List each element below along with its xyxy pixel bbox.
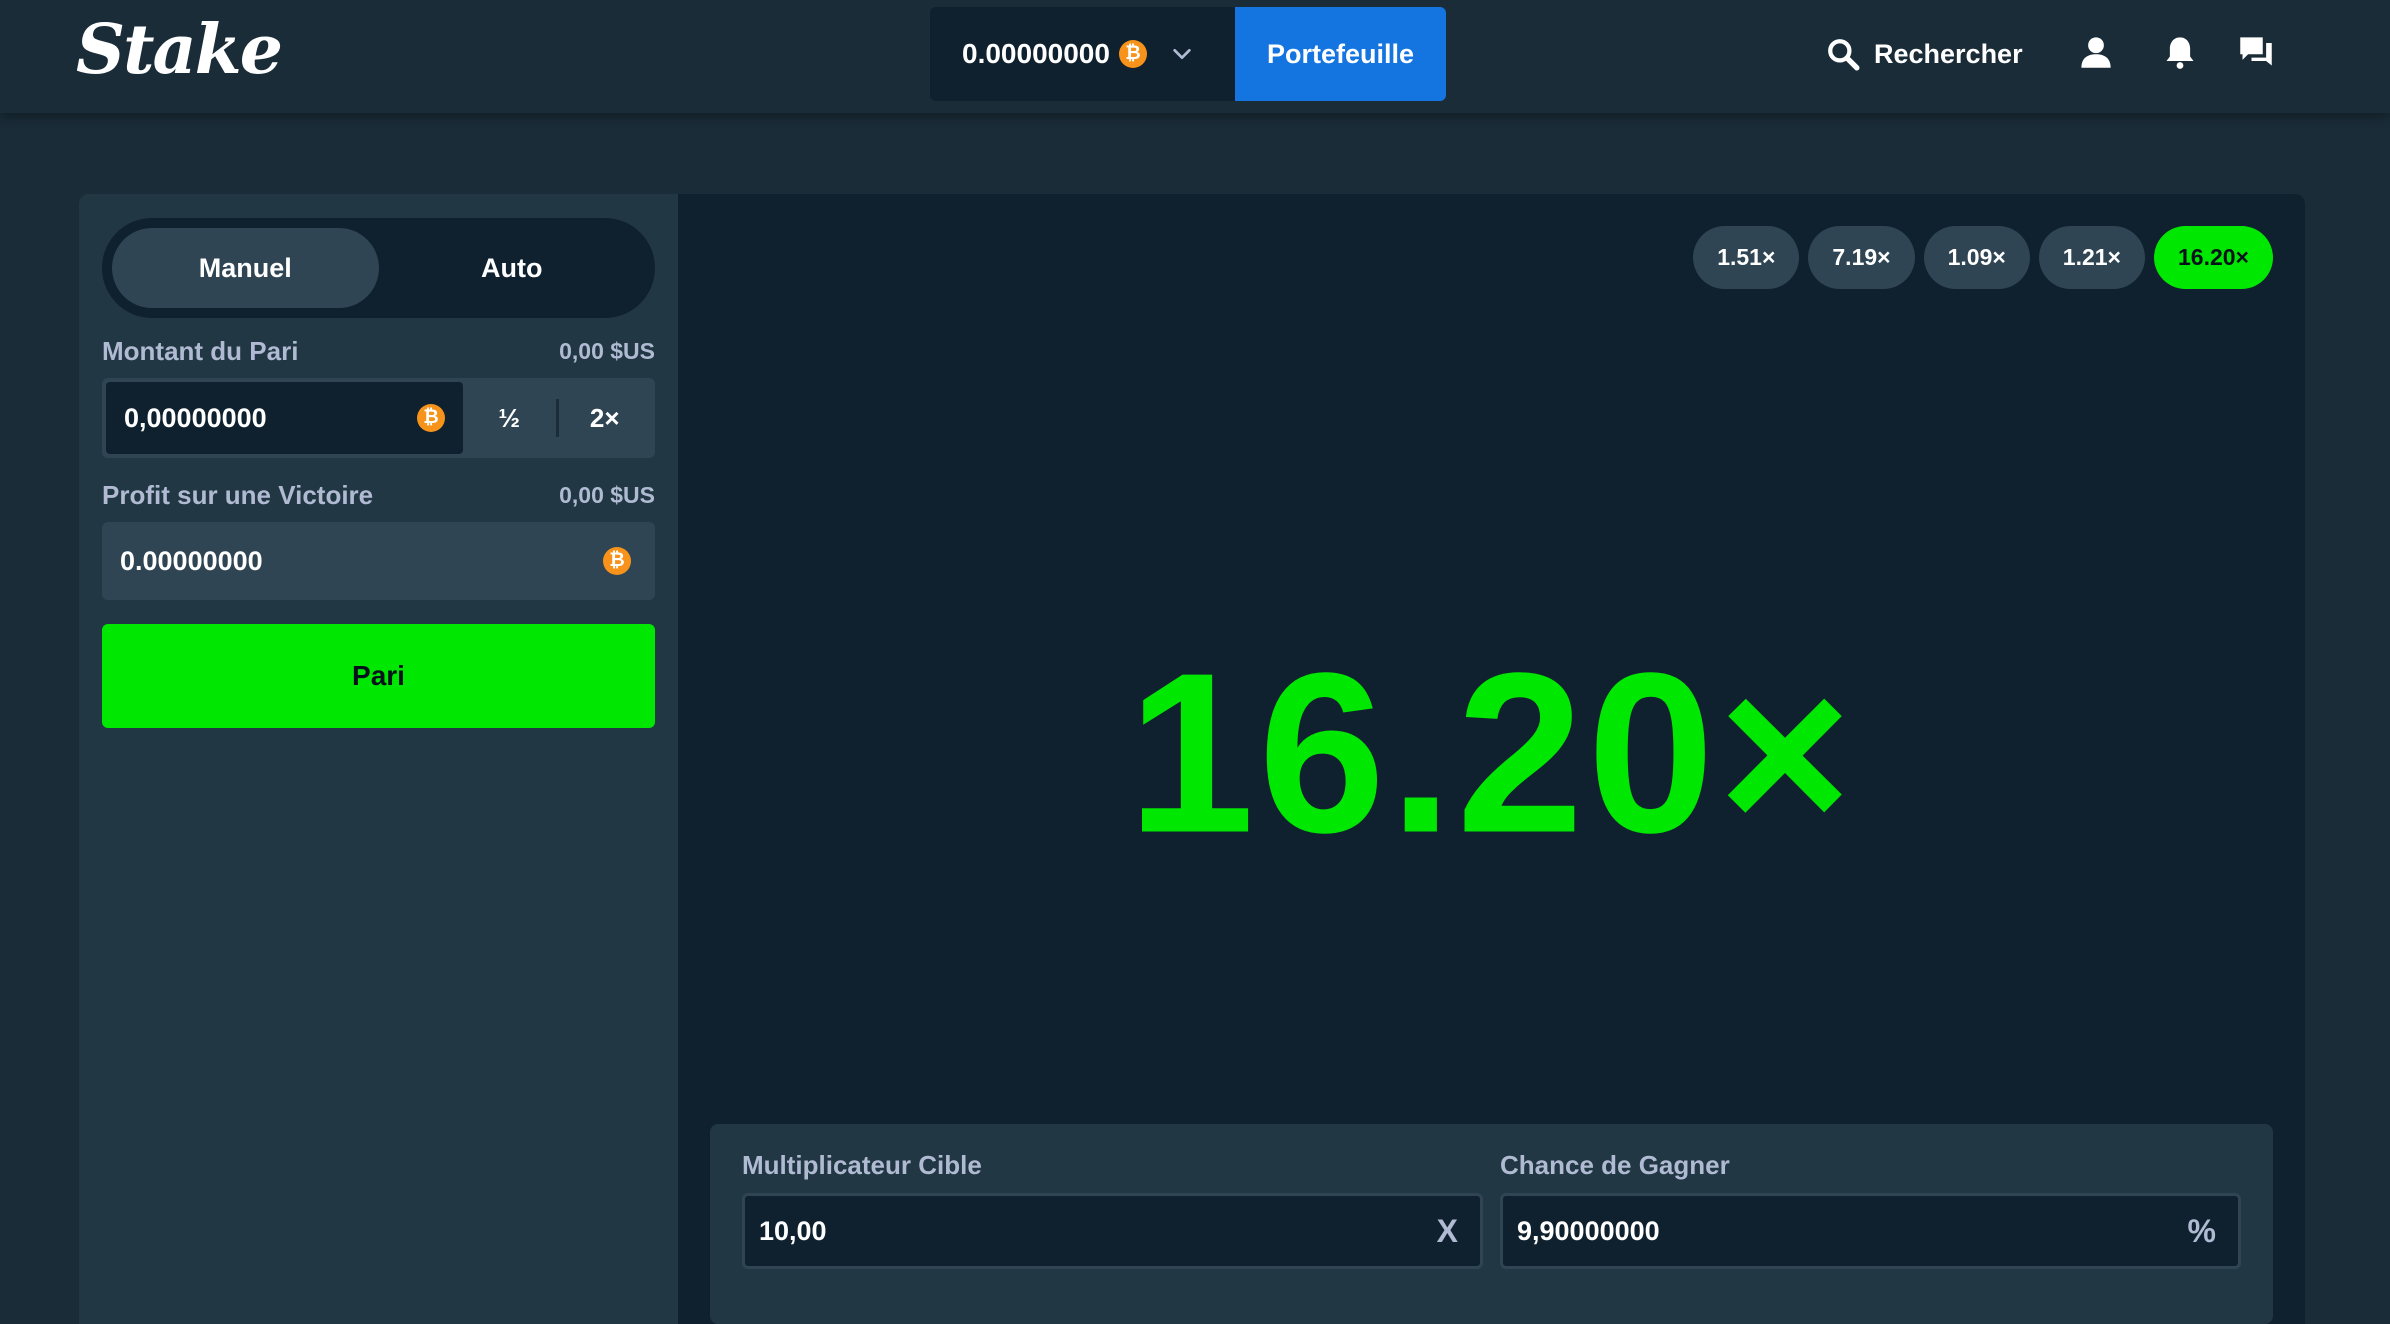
win-chance-value: 9,90000000 <box>1517 1215 1660 1246</box>
win-chance-input[interactable]: 9,90000000 % <box>1500 1193 2241 1269</box>
target-multiplier-value: 10,00 <box>759 1215 827 1246</box>
bet-amount-label: Montant du Pari <box>102 336 299 366</box>
balance-selector[interactable]: 0.00000000 ₿ <box>930 7 1235 101</box>
result-pill[interactable]: 1.51× <box>1693 226 1800 289</box>
recent-results: 1.51× 7.19× 1.09× 1.21× 16.20× <box>1693 226 2273 289</box>
target-multiplier-input[interactable]: 10,00 X <box>742 1193 1483 1269</box>
profit-value: 0.00000000 <box>120 545 263 576</box>
double-bet-button[interactable]: 2× <box>559 382 652 454</box>
percent-icon: % <box>2187 1212 2216 1249</box>
search-label: Rechercher <box>1874 38 2023 69</box>
limbo-game: Manuel Auto Montant du Pari 0,00 $US 0,0… <box>79 194 2305 1324</box>
bet-amount-usd: 0,00 $US <box>559 338 655 364</box>
profit-label: Profit sur une Victoire <box>102 480 374 510</box>
win-chance-control: Chance de Gagner 9,90000000 % <box>1500 1150 2241 1269</box>
target-multiplier-label: Multiplicateur Cible <box>742 1150 982 1180</box>
bitcoin-icon: ₿ <box>603 547 631 575</box>
tab-auto[interactable]: Auto <box>379 228 646 308</box>
multiplier-x-icon: X <box>1436 1212 1458 1249</box>
bet-amount-label-row: Montant du Pari 0,00 $US <box>102 336 655 367</box>
bitcoin-icon: ₿ <box>417 404 445 432</box>
bitcoin-icon: ₿ <box>1118 40 1147 68</box>
target-multiplier-control: Multiplicateur Cible 10,00 X <box>742 1150 1483 1269</box>
bet-sidebar: Manuel Auto Montant du Pari 0,00 $US 0,0… <box>79 194 678 1324</box>
tab-manual[interactable]: Manuel <box>112 228 379 308</box>
bet-button[interactable]: Pari <box>102 624 655 728</box>
half-bet-button[interactable]: ½ <box>463 382 556 454</box>
game-board: 1.51× 7.19× 1.09× 1.21× 16.20× 16.20× Mu… <box>678 194 2305 1324</box>
bet-amount-row: 0,00000000 ₿ ½ 2× <box>102 378 655 458</box>
bell-icon[interactable] <box>2162 34 2198 70</box>
wallet-button[interactable]: Portefeuille <box>1235 7 1446 101</box>
bet-amount-input[interactable]: 0,00000000 ₿ <box>106 382 463 454</box>
result-pill[interactable]: 7.19× <box>1808 226 1915 289</box>
chevron-down-icon <box>1173 48 1191 60</box>
search-button[interactable]: Rechercher <box>1826 30 2023 78</box>
result-pill[interactable]: 1.09× <box>1923 226 2030 289</box>
profit-field: 0.00000000 ₿ <box>102 522 655 600</box>
bet-amount-value: 0,00000000 <box>124 402 267 433</box>
user-icon[interactable] <box>2078 34 2114 70</box>
stake-logo[interactable]: Stake <box>76 10 283 90</box>
result-multiplier: 16.20× <box>1127 626 1856 881</box>
profit-usd: 0,00 $US <box>559 482 655 508</box>
profit-label-row: Profit sur une Victoire 0,00 $US <box>102 480 655 511</box>
search-icon <box>1828 39 1860 71</box>
win-chance-label: Chance de Gagner <box>1500 1150 1730 1180</box>
top-header: Stake 0.00000000 ₿ Portefeuille Recherch… <box>0 0 2390 113</box>
wallet-group: 0.00000000 ₿ Portefeuille <box>930 7 1446 101</box>
game-controls: Multiplicateur Cible 10,00 X Chance de G… <box>710 1124 2273 1324</box>
result-pill-latest[interactable]: 16.20× <box>2154 226 2273 289</box>
balance-value: 0.00000000 <box>962 38 1110 69</box>
result-pill[interactable]: 1.21× <box>2038 226 2145 289</box>
mode-switch: Manuel Auto <box>102 218 655 318</box>
chat-icon[interactable] <box>2238 34 2274 70</box>
